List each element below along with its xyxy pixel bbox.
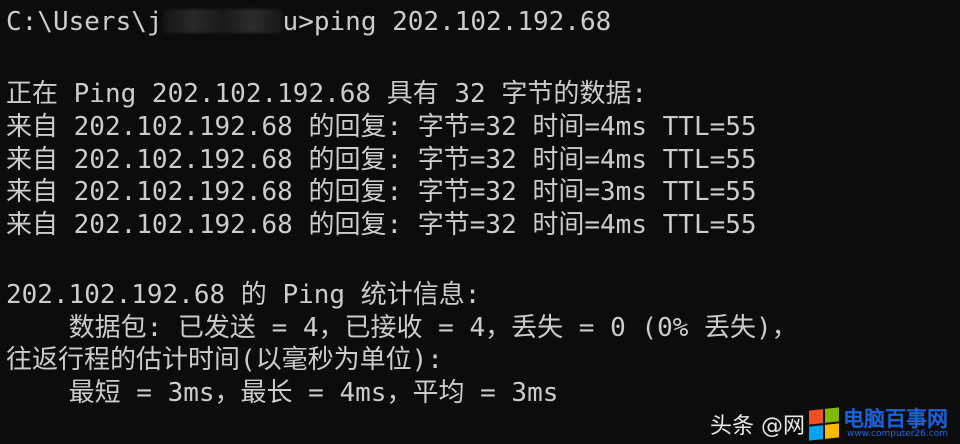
rtt-title-line: 往返行程的估计时间(以毫秒为单位): bbox=[6, 345, 443, 375]
watermark-site-name: 电脑百事网 bbox=[843, 407, 948, 431]
reply-line: 来自 202.102.192.68 的回复: 字节=32 时间=3ms TTL=… bbox=[6, 177, 757, 207]
watermark-text: 头条 @网 bbox=[710, 414, 805, 439]
logo-blue-square bbox=[809, 425, 823, 441]
prompt-prefix: C:\Users\j bbox=[6, 7, 163, 37]
stats-title-line: 202.102.192.68 的 Ping 统计信息: bbox=[6, 280, 481, 310]
prompt-command: u>ping 202.102.192.68 bbox=[282, 7, 612, 37]
watermark-site-url: www.computer26.com bbox=[846, 429, 948, 439]
redacted-username bbox=[162, 9, 283, 33]
logo-green-square bbox=[825, 407, 839, 423]
reply-line: 来自 202.102.192.68 的回复: 字节=32 时间=4ms TTL=… bbox=[6, 144, 757, 175]
rtt-values-line: 最短 = 3ms，最长 = 4ms，平均 = 3ms bbox=[6, 377, 559, 408]
console-window[interactable]: C:\Users\j u>ping 202.102.192.68 正在 Ping … bbox=[0, 0, 960, 444]
logo-yellow-square bbox=[825, 423, 839, 439]
pinging-line: 正在 Ping 202.102.192.68 具有 32 字节的数据: bbox=[6, 79, 647, 109]
watermark-site: 电脑百事网 www.computer26.com bbox=[843, 409, 948, 439]
prompt-line: C:\Users\j u>ping 202.102.192.68 bbox=[6, 6, 611, 38]
reply-line: 来自 202.102.192.68 的回复: 字节=32 时间=4ms TTL=… bbox=[6, 112, 757, 142]
windows-logo-icon bbox=[809, 407, 839, 441]
packets-line: 数据包: 已发送 = 4，已接收 = 4，丢失 = 0 (0% 丢失)， bbox=[6, 312, 798, 343]
reply-line: 来自 202.102.192.68 的回复: 字节=32 时间=4ms TTL=… bbox=[6, 209, 757, 240]
watermark: 头条 @网 电脑百事网 www.computer26.com bbox=[710, 407, 948, 441]
logo-red-square bbox=[809, 409, 823, 425]
